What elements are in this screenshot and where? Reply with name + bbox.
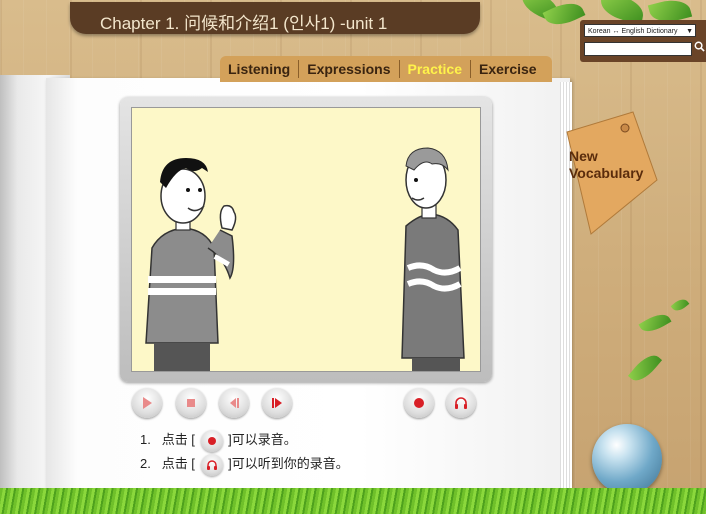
tab-practice[interactable]: Practice	[400, 61, 470, 77]
record-icon	[207, 436, 216, 445]
next-icon	[272, 398, 282, 408]
new-vocabulary-tag[interactable]: New Vocabulary	[563, 110, 663, 238]
cartoon-scene	[145, 147, 465, 371]
tab-listening[interactable]: Listening	[220, 61, 298, 77]
vocab-line-1: New	[569, 148, 598, 164]
previous-icon	[230, 398, 239, 408]
headphones-button[interactable]	[446, 388, 476, 418]
magnifier-icon[interactable]	[694, 41, 705, 55]
vocab-line-2: Vocabulary	[569, 165, 644, 181]
headphones-icon	[206, 459, 217, 470]
stop-icon	[187, 399, 195, 407]
dictionary-search-input[interactable]	[584, 42, 692, 56]
record-button[interactable]	[404, 388, 434, 418]
tab-expressions[interactable]: Expressions	[299, 61, 398, 77]
section-tabs: Listening Expressions Practice Exercise	[220, 56, 552, 82]
tab-exercise[interactable]: Exercise	[471, 61, 545, 77]
instruction-suffix: ]可以听到你的录音。	[228, 456, 349, 471]
dictionary-select[interactable]: Korean ↔ English Dictionary ▼	[584, 24, 696, 37]
left-character	[145, 158, 237, 371]
inline-record-button	[200, 429, 223, 452]
chapter-title: Chapter 1. 问候和介绍1 (인사1) -unit 1	[100, 14, 388, 33]
dictionary-widget: Korean ↔ English Dictionary ▼	[580, 20, 706, 62]
instruction-line: 1. 点击 [ ]可以录音。	[140, 429, 297, 452]
play-icon	[143, 397, 152, 409]
play-button[interactable]	[132, 388, 162, 418]
grass-decoration	[0, 488, 706, 514]
previous-button[interactable]	[219, 388, 249, 418]
instruction-prefix: 点击 [	[161, 432, 195, 447]
globe-icon[interactable]	[592, 424, 662, 494]
instruction-number: 2.	[140, 456, 151, 471]
inline-headphones-button	[200, 453, 223, 476]
dictionary-select-value: Korean ↔ English Dictionary	[588, 28, 678, 35]
video-frame	[120, 97, 492, 382]
new-vocabulary-label: New Vocabulary	[569, 148, 643, 182]
chapter-title-bar: Chapter 1. 问候和介绍1 (인사1) -unit 1	[70, 2, 480, 34]
instruction-line: 2. 点击 [ ]可以听到你的录音。	[140, 453, 349, 476]
headphones-icon	[455, 397, 467, 409]
instruction-number: 1.	[140, 432, 151, 447]
record-icon	[414, 398, 424, 408]
next-button[interactable]	[262, 388, 292, 418]
chevron-down-icon: ▼	[686, 28, 693, 35]
instruction-prefix: 点击 [	[161, 456, 195, 471]
right-character	[401, 147, 465, 371]
instruction-suffix: ]可以录音。	[228, 432, 297, 447]
stop-button[interactable]	[176, 388, 206, 418]
video-screen	[131, 107, 481, 372]
